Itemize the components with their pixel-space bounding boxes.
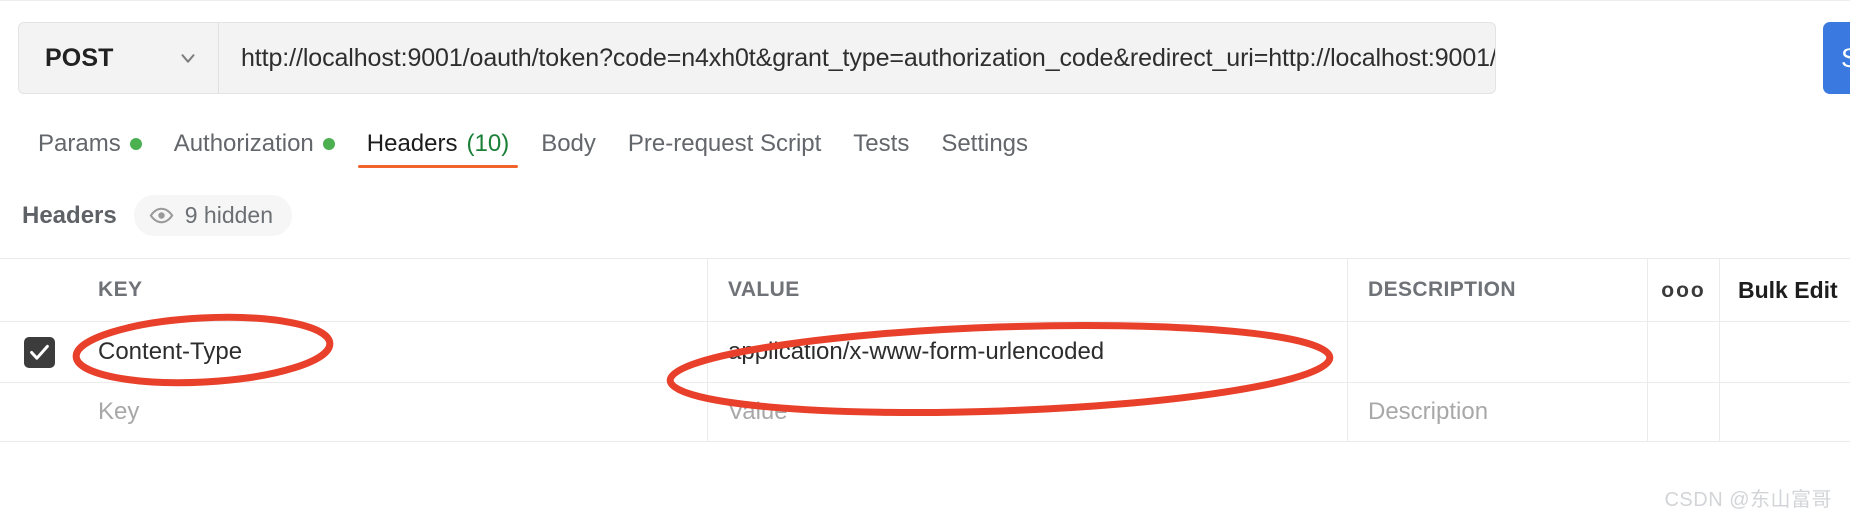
tab-headers-count: (10) bbox=[466, 130, 510, 157]
new-row-description-input[interactable]: Description bbox=[1348, 383, 1648, 441]
tab-params[interactable]: Params bbox=[22, 120, 158, 168]
tab-tests[interactable]: Tests bbox=[837, 120, 925, 168]
new-row-value-input[interactable]: Value bbox=[708, 383, 1348, 441]
headers-section-header: Headers 9 hidden bbox=[22, 195, 292, 236]
new-row-key-input[interactable]: Key bbox=[78, 383, 708, 441]
header-cell-key: KEY bbox=[78, 259, 708, 321]
hidden-headers-toggle[interactable]: 9 hidden bbox=[133, 195, 292, 236]
tab-headers[interactable]: Headers (10) bbox=[351, 120, 525, 168]
new-row-checkbox-cell bbox=[0, 383, 78, 441]
request-tabs: Params Authorization Headers (10) Body P… bbox=[22, 120, 1044, 172]
row-value-text: application/x-www-form-urlencoded bbox=[728, 338, 1105, 365]
more-options-icon: ooo bbox=[1661, 278, 1706, 302]
row-enabled-checkbox[interactable] bbox=[23, 336, 55, 368]
check-icon bbox=[29, 344, 49, 360]
new-row-options-cell[interactable] bbox=[1648, 383, 1720, 441]
new-row-value-placeholder: Value bbox=[728, 398, 788, 425]
top-divider bbox=[0, 0, 1850, 1]
hidden-headers-count: 9 hidden bbox=[184, 202, 273, 228]
tab-label: Tests bbox=[853, 130, 910, 157]
table-header-row: KEY VALUE DESCRIPTION ooo Bulk Edit bbox=[0, 258, 1850, 322]
table-row-new: Key Value Description bbox=[0, 383, 1850, 442]
http-method-label: POST bbox=[45, 43, 114, 72]
column-header-description: DESCRIPTION bbox=[1368, 278, 1516, 301]
row-checkbox-cell bbox=[0, 322, 78, 382]
new-row-key-placeholder: Key bbox=[98, 398, 140, 425]
eye-icon bbox=[149, 203, 174, 228]
watermark: CSDN @东山富哥 bbox=[1664, 489, 1832, 511]
row-description-input[interactable] bbox=[1348, 322, 1648, 382]
headers-table: KEY VALUE DESCRIPTION ooo Bulk Edit Cont… bbox=[0, 258, 1850, 442]
tab-label: Settings bbox=[941, 130, 1029, 157]
bulk-edit-button[interactable]: Bulk Edit bbox=[1720, 259, 1850, 321]
request-bar: POST http://localhost:9001/oauth/token?c… bbox=[18, 22, 1496, 94]
url-input[interactable]: http://localhost:9001/oauth/token?code=n… bbox=[218, 22, 1496, 94]
tab-body[interactable]: Body bbox=[525, 120, 612, 168]
tab-label: Pre-request Script bbox=[627, 130, 822, 157]
row-options-cell[interactable] bbox=[1648, 322, 1720, 382]
chevron-down-icon bbox=[177, 47, 199, 69]
header-cell-description: DESCRIPTION bbox=[1348, 259, 1648, 321]
status-dot-icon bbox=[129, 138, 142, 150]
url-text: http://localhost:9001/oauth/token?code=n… bbox=[241, 43, 1495, 72]
headers-section-title: Headers bbox=[22, 201, 117, 229]
send-button[interactable]: Send bbox=[1823, 22, 1850, 94]
header-cell-checkbox bbox=[0, 259, 78, 321]
tab-label: Params bbox=[38, 130, 121, 157]
tab-label: Body bbox=[541, 130, 596, 157]
header-cell-value: VALUE bbox=[708, 259, 1348, 321]
tab-settings[interactable]: Settings bbox=[925, 120, 1044, 168]
tab-authorization[interactable]: Authorization bbox=[158, 120, 351, 168]
status-dot-icon bbox=[322, 138, 335, 150]
tab-pre-request-script[interactable]: Pre-request Script bbox=[612, 120, 837, 168]
tab-label: Authorization bbox=[173, 130, 314, 157]
column-header-key: KEY bbox=[98, 278, 143, 301]
http-method-select[interactable]: POST bbox=[18, 22, 218, 94]
table-options-button[interactable]: ooo bbox=[1648, 259, 1720, 321]
row-key-input[interactable]: Content-Type bbox=[78, 322, 708, 382]
table-row: Content-Type application/x-www-form-urle… bbox=[0, 322, 1850, 383]
bulk-edit-label: Bulk Edit bbox=[1738, 276, 1838, 303]
row-key-text: Content-Type bbox=[98, 338, 243, 365]
new-row-description-placeholder: Description bbox=[1368, 398, 1489, 425]
row-trailing-cell bbox=[1720, 322, 1850, 382]
column-header-value: VALUE bbox=[728, 278, 800, 301]
tab-label: Headers bbox=[366, 130, 458, 157]
row-value-input[interactable]: application/x-www-form-urlencoded bbox=[708, 322, 1348, 382]
new-row-trailing-cell bbox=[1720, 383, 1850, 441]
